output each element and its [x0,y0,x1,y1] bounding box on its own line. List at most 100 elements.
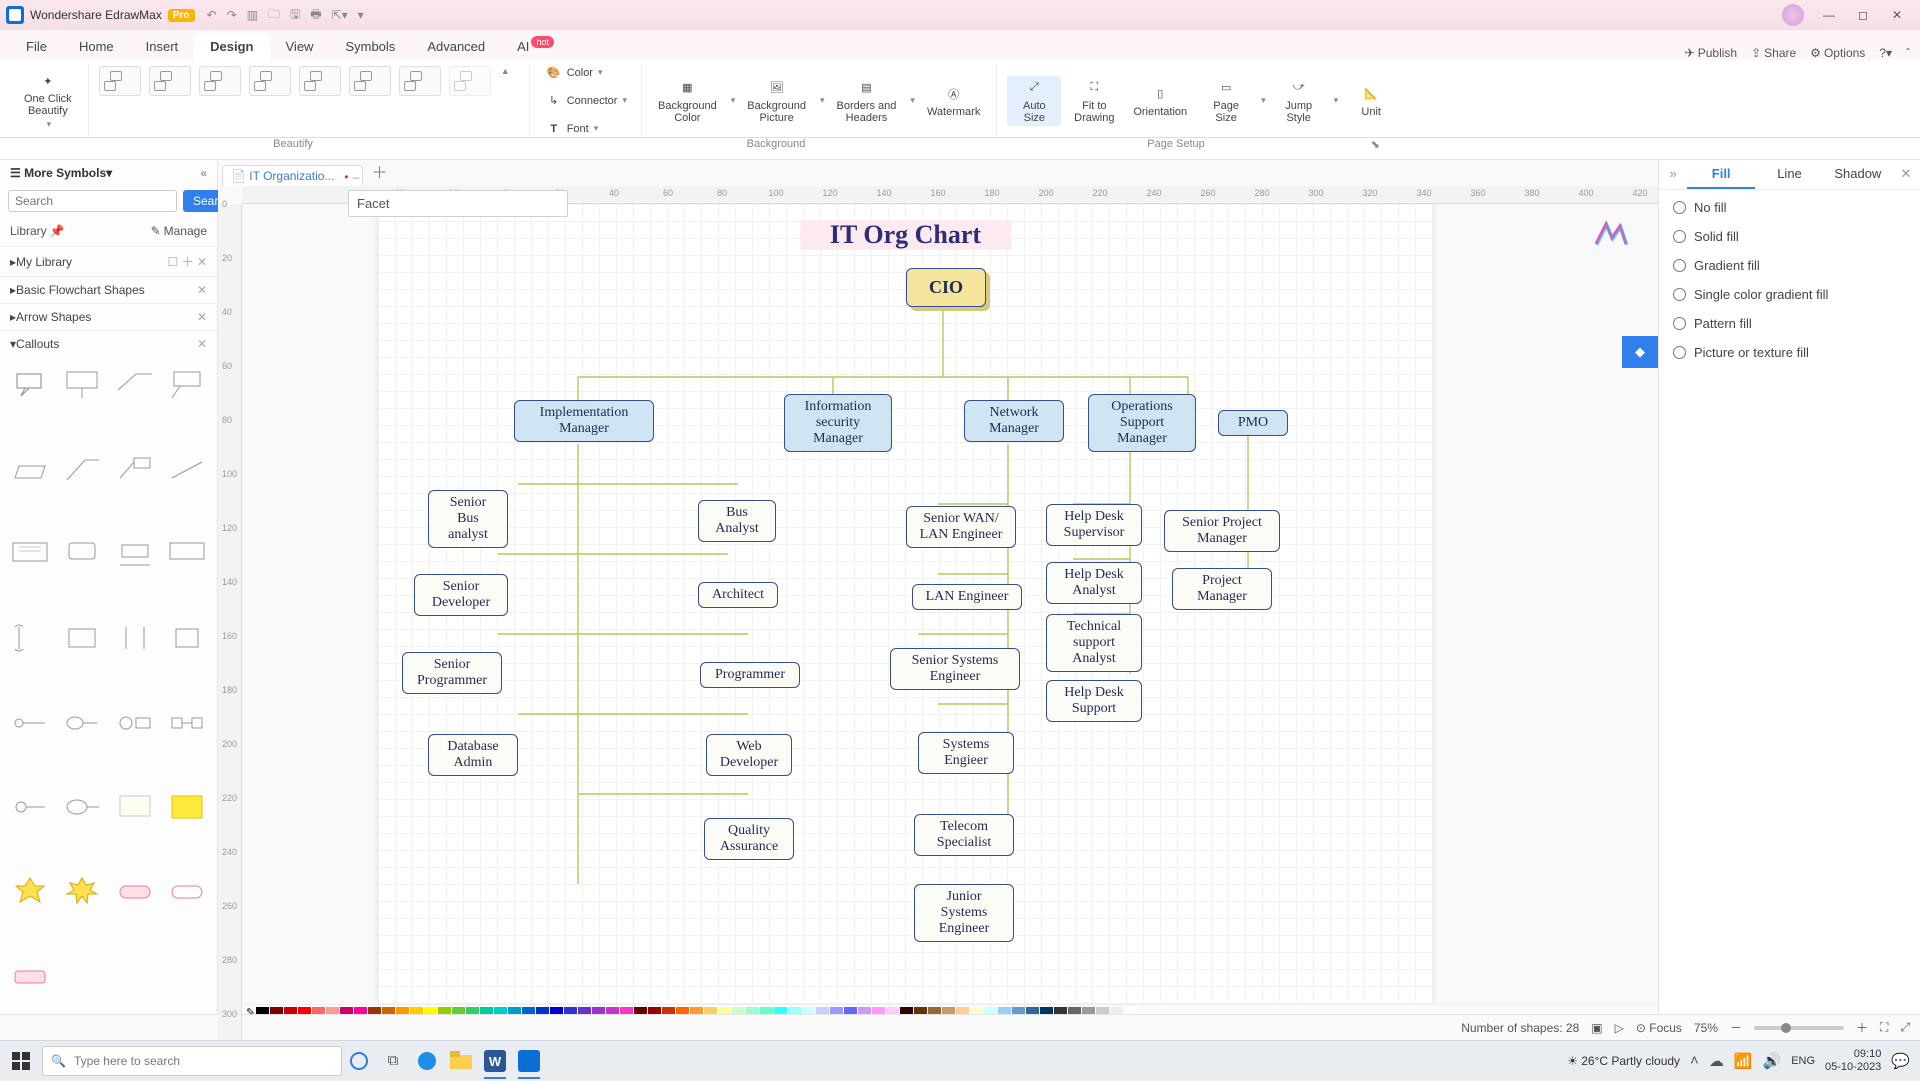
callout-shape[interactable] [167,789,207,825]
options-button[interactable]: ⚙ Options [1810,46,1865,60]
maximize-button[interactable]: ◻ [1846,8,1880,22]
theme-name-input[interactable] [348,190,568,217]
node-tech-support-analyst[interactable]: Technical support Analyst [1046,614,1142,672]
tray-volume-icon[interactable]: 🔊 [1763,1052,1782,1070]
share-button[interactable]: ⇪ Share [1751,46,1796,60]
one-click-beautify-button[interactable]: ✦ One Click Beautify▾ [18,69,78,132]
callout-shape[interactable] [62,367,102,403]
node-info-sec-mgr[interactable]: Information security Manager [784,394,892,452]
cat-basic-flowchart[interactable]: ▸ Basic Flowchart Shapes✕ [0,276,217,303]
node-junior-sys-eng[interactable]: Junior Systems Engineer [914,884,1014,942]
fit-to-drawing-button[interactable]: ⛶Fit to Drawing [1067,76,1121,126]
focus-button[interactable]: ⊙ Focus [1636,1021,1682,1035]
theme-chip[interactable] [349,66,391,96]
theme-chip[interactable] [99,66,141,96]
menu-insert[interactable]: Insert [130,33,195,60]
publish-button[interactable]: ✈ Publish [1685,46,1737,60]
menu-symbols[interactable]: Symbols [329,33,411,60]
dropdown-icon[interactable]: ▾ [1261,95,1266,106]
gallery-scroll-up-icon[interactable]: ▲ [501,66,510,96]
fill-option-pattern[interactable]: Pattern fill [1673,316,1906,331]
node-telecom[interactable]: Telecom Specialist [914,814,1014,856]
fill-option-picture[interactable]: Picture or texture fill [1673,345,1906,360]
node-ops-mgr[interactable]: Operations Support Manager [1088,394,1196,452]
node-lan-eng[interactable]: LAN Engineer [912,584,1022,610]
zoom-out-button[interactable]: － [1730,1019,1742,1036]
borders-headers-button[interactable]: ▤Borders and Headers [830,76,902,126]
background-color-button[interactable]: ▦Background Color [652,76,723,126]
weather-widget[interactable]: ☀ 26°C Partly cloudy [1567,1054,1680,1068]
callout-shape[interactable] [10,620,50,656]
callout-shape[interactable] [115,451,155,487]
page-size-button[interactable]: ▭Page Size [1199,76,1253,126]
theme-chip[interactable] [199,66,241,96]
dialog-launcher-icon[interactable]: ⬊ [1371,138,1380,151]
expand-panel-icon[interactable]: » [1659,160,1687,189]
menu-view[interactable]: View [270,33,330,60]
theme-font-button[interactable]: TFont▾ [540,117,631,141]
orientation-button[interactable]: ▯Orientation [1127,82,1193,120]
jump-style-button[interactable]: ⤻Jump Style [1272,76,1326,126]
taskbar-search[interactable]: 🔍Type here to search [42,1046,342,1076]
qat-more-icon[interactable]: ▾ [358,8,364,22]
node-dba[interactable]: Database Admin [428,734,518,776]
callout-shape[interactable] [115,620,155,656]
export-icon[interactable]: ⇱▾ [332,8,348,22]
new-icon[interactable]: ▥ [247,8,258,22]
canvas-area[interactable]: 📄 IT Organizatio...•– ＋ -40-200204060801… [218,160,1658,1040]
zoom-slider[interactable] [1754,1026,1844,1030]
dropdown-icon[interactable]: ▾ [910,95,915,106]
node-cio[interactable]: CIO [906,268,986,307]
theme-chip[interactable] [449,66,491,96]
callout-shape[interactable] [167,873,207,909]
callout-shape[interactable] [167,705,207,741]
open-icon[interactable]: 🗀 [268,5,280,26]
document-tab[interactable]: 📄 IT Organizatio...•– [222,165,363,186]
zoom-level[interactable]: 75% [1694,1021,1718,1035]
node-pm[interactable]: Project Manager [1172,568,1272,610]
callout-shape[interactable] [62,451,102,487]
node-senior-sys-eng[interactable]: Senior Systems Engineer [890,648,1020,690]
format-tool-button[interactable]: ◆ [1622,336,1658,368]
node-senior-wan-lan[interactable]: Senior WAN/ LAN Engineer [906,506,1016,548]
callout-shape[interactable] [115,536,155,572]
cat-my-library[interactable]: ▸ My Library☐ ＋ ✕ [0,246,217,276]
node-architect[interactable]: Architect [698,582,778,608]
minimize-button[interactable]: — [1812,8,1846,22]
undo-icon[interactable]: ↶ [207,8,217,22]
theme-chip[interactable] [399,66,441,96]
presentation-icon[interactable]: ▣ [1591,1021,1602,1035]
tray-language-icon[interactable]: ENG [1791,1055,1815,1067]
new-tab-button[interactable]: ＋ [363,160,395,186]
manage-button[interactable]: ✎ Manage [151,224,207,238]
callout-shape[interactable] [10,705,50,741]
callout-shape[interactable] [10,536,50,572]
start-button[interactable] [0,1041,42,1081]
zoom-in-button[interactable]: ＋ [1856,1019,1868,1036]
node-helpdesk-sup[interactable]: Help Desk Supervisor [1046,504,1142,546]
menu-ai[interactable]: AIhot [501,33,570,60]
callout-shape[interactable] [62,536,102,572]
help-icon[interactable]: ?▾ [1879,46,1892,60]
dropdown-icon[interactable]: ▾ [1334,95,1339,106]
callout-shape[interactable] [10,451,50,487]
fill-option-gradient[interactable]: Gradient fill [1673,258,1906,273]
node-senior-bus-analyst[interactable]: Senior Bus analyst [428,490,508,548]
cat-arrow-shapes[interactable]: ▸ Arrow Shapes✕ [0,303,217,330]
node-helpdesk-support[interactable]: Help Desk Support [1046,680,1142,722]
redo-icon[interactable]: ↷ [227,8,237,22]
unit-button[interactable]: 📐Unit [1344,82,1398,120]
node-senior-dev[interactable]: Senior Developer [414,574,508,616]
tab-shadow[interactable]: Shadow [1824,160,1892,189]
tray-notifications-icon[interactable]: 💬 [1891,1052,1910,1070]
drawing-page[interactable]: IT Org Chart CIO Implementation Manager … [378,204,1433,1004]
callout-shape[interactable] [62,789,102,825]
menu-home[interactable]: Home [63,33,130,60]
callout-shape[interactable] [10,958,50,994]
tray-wifi-icon[interactable]: 📶 [1734,1052,1753,1070]
callout-shape[interactable] [10,873,50,909]
taskbar-explorer-icon[interactable] [444,1041,478,1081]
fill-option-no-fill[interactable]: No fill [1673,200,1906,215]
tray-onedrive-icon[interactable]: ☁ [1709,1052,1724,1070]
menu-design[interactable]: Design [194,33,269,60]
